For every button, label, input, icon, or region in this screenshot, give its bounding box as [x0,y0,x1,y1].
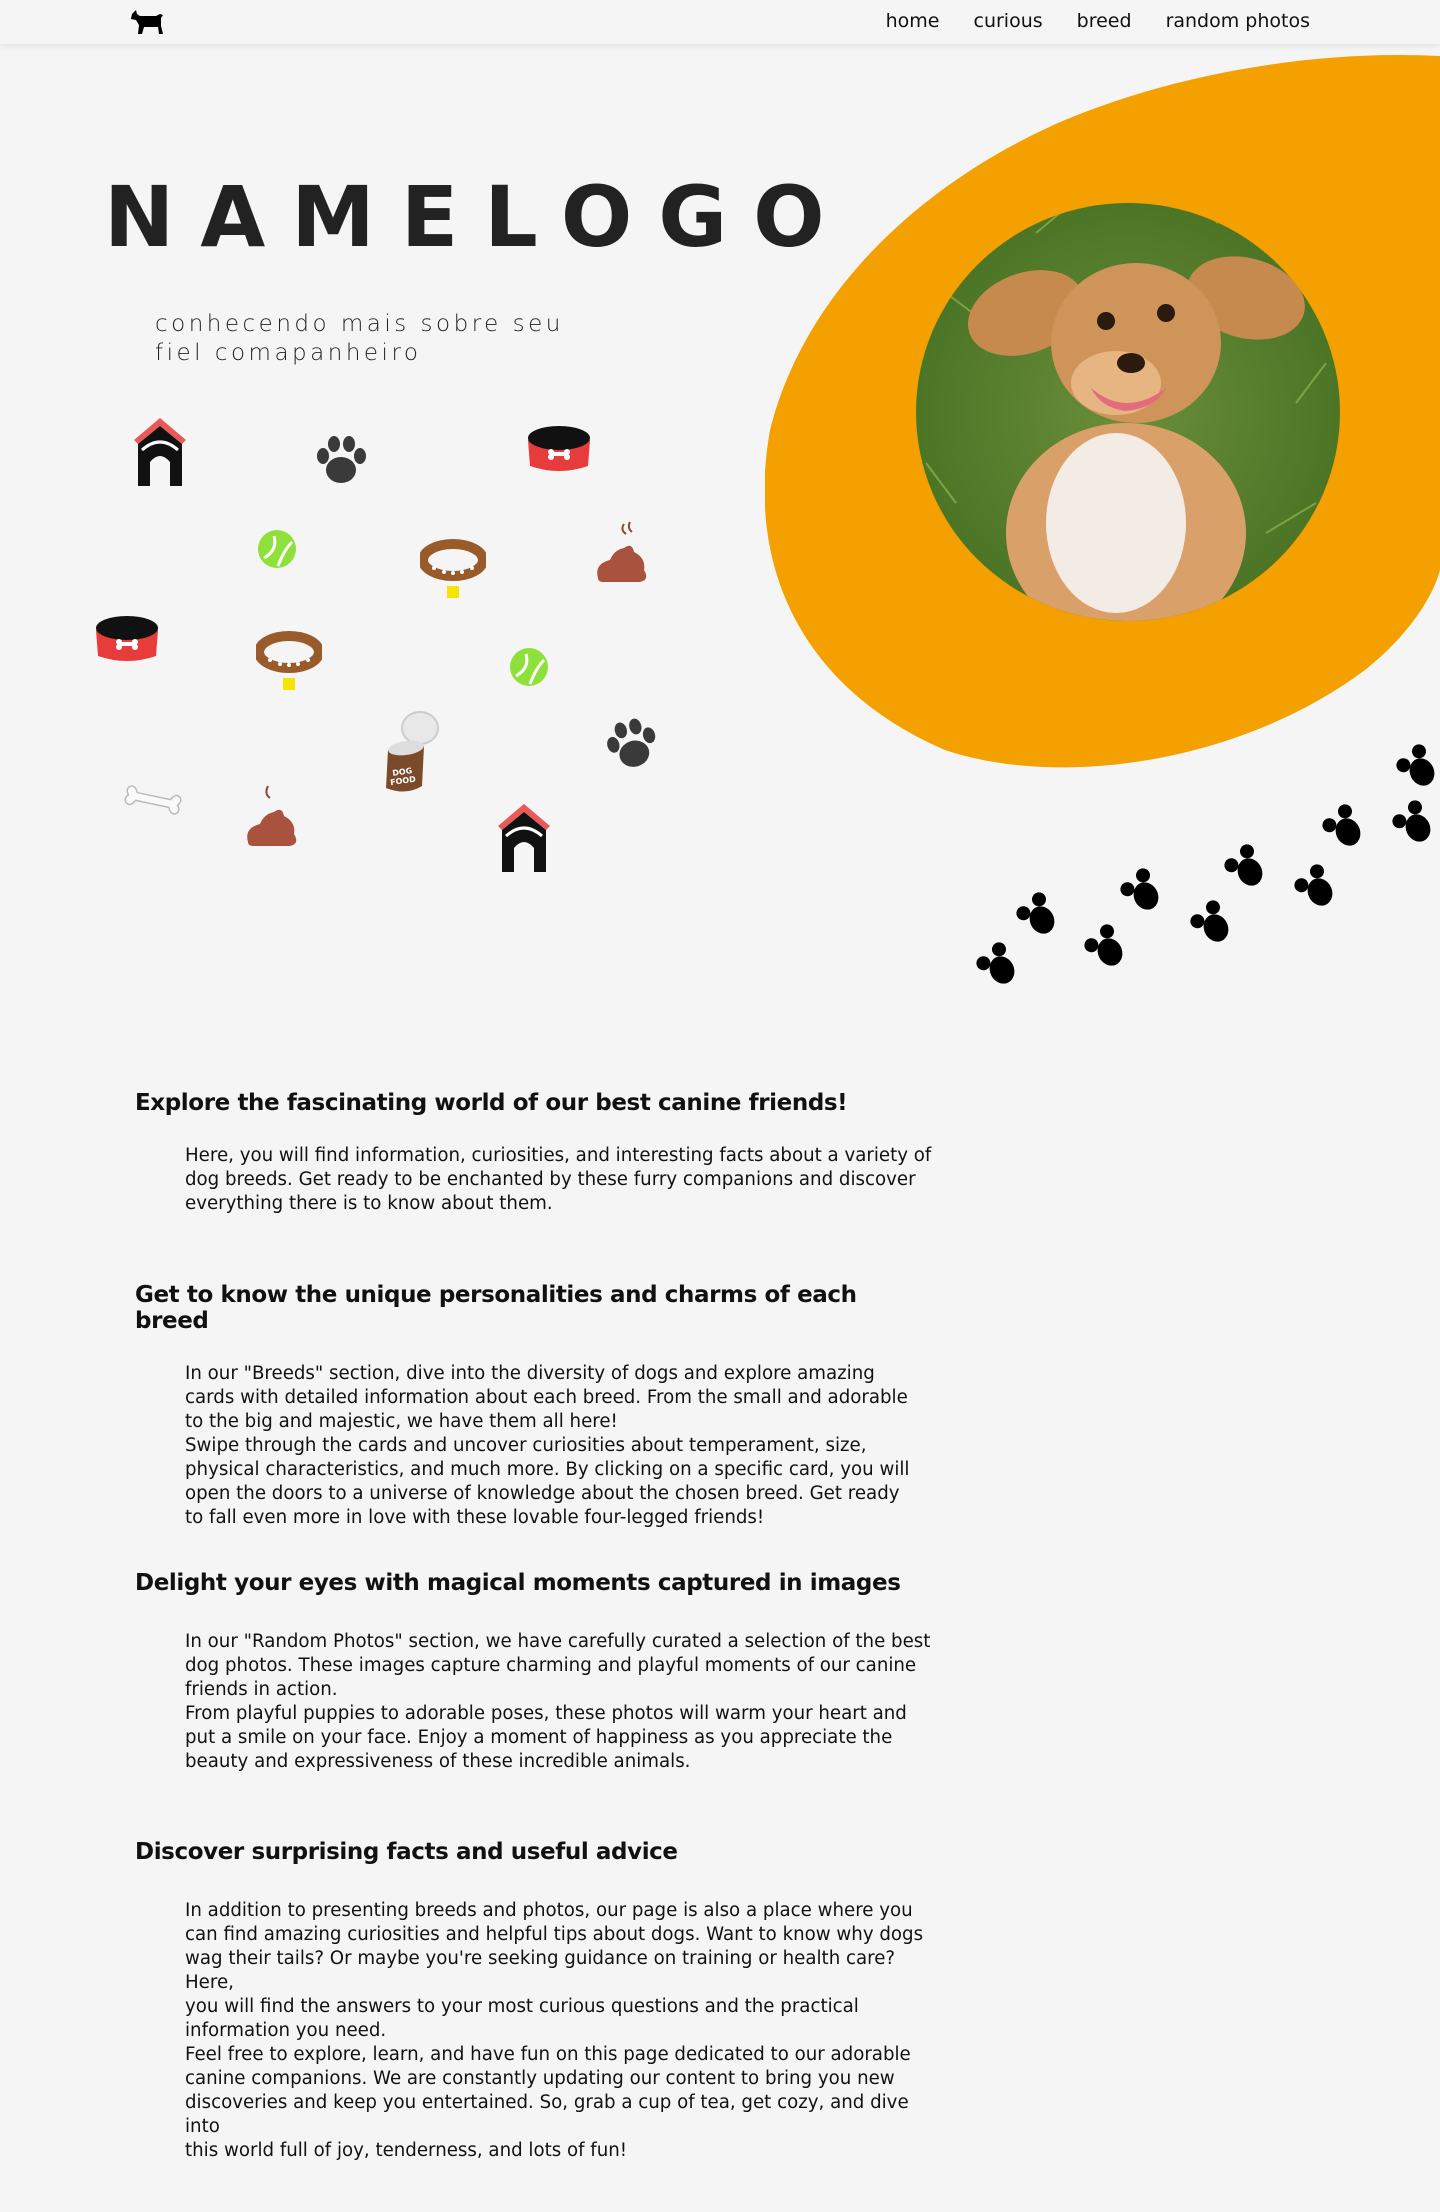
paw-icon [317,436,366,483]
main-nav: home curious breed random photos [886,10,1310,32]
section-body: In our "Breeds" section, dive into the d… [185,1363,910,1528]
section-explore: Explore the fascinating world of our bes… [135,1090,935,1216]
dog-food-can-icon: DOG FOOD [386,711,439,792]
paw-trail-icon [976,744,1435,984]
dog-house-icon [498,804,550,872]
top-navbar: home curious breed random photos [0,0,1440,44]
brand-logo-text: NAMELOGO [104,168,851,266]
poop-icon [597,521,647,582]
tagline-line-2: fiel comapanheiro [155,340,422,366]
nav-random-photos[interactable]: random photos [1166,10,1310,32]
section-title: Delight your eyes with magical moments c… [135,1570,901,1596]
food-bowl-icon [96,616,158,661]
paw-icon [607,718,656,767]
tennis-ball-icon [510,648,548,686]
tagline-line-1: conhecendo mais sobre seu [155,311,564,337]
section-random-photos: Delight your eyes with magical moments c… [135,1570,935,1774]
section-breeds: Get to know the unique personalities and… [135,1282,935,1530]
nav-curious[interactable]: curious [974,10,1043,32]
section-body: In our "Random Photos" section, we have … [185,1631,931,1772]
food-bowl-icon [528,426,590,471]
bone-icon [124,785,182,815]
dog-house-icon [134,418,186,486]
collar-icon [256,631,322,690]
nav-breed[interactable]: breed [1077,10,1132,32]
section-title: Discover surprising facts and useful adv… [135,1839,678,1865]
poop-icon [247,785,297,846]
collar-icon [420,539,486,598]
section-body: In addition to presenting breeds and pho… [185,1900,924,2161]
section-title: Explore the fascinating world of our bes… [135,1090,848,1116]
section-facts: Discover surprising facts and useful adv… [135,1839,935,2163]
tennis-ball-icon [258,530,296,568]
dog-photo [916,203,1340,621]
section-body: Here, you will find information, curiosi… [185,1145,932,1214]
dog-silhouette-icon[interactable] [128,6,168,36]
hero-tagline: conhecendo mais sobre seu fiel comapanhe… [155,310,625,368]
section-title: Get to know the unique personalities and… [135,1282,857,1334]
nav-home[interactable]: home [886,10,940,32]
